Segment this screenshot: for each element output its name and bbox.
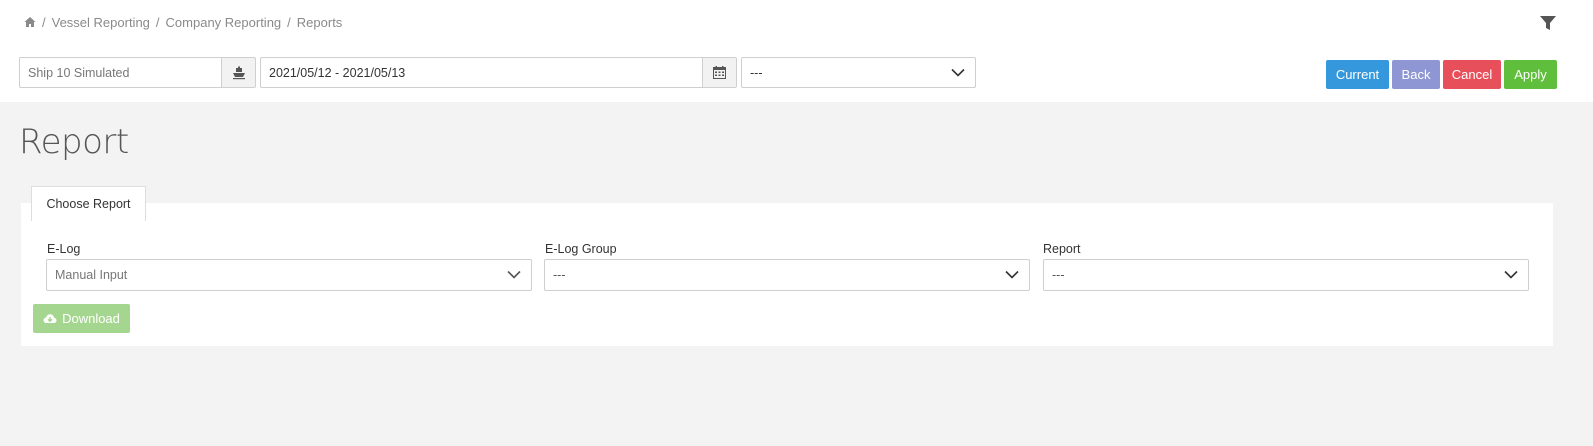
current-button[interactable]: Current xyxy=(1326,60,1389,89)
back-button[interactable]: Back xyxy=(1392,60,1440,89)
home-icon[interactable] xyxy=(24,16,36,28)
breadcrumb: / Vessel Reporting / Company Reporting /… xyxy=(24,14,342,30)
cloud-download-icon xyxy=(43,313,57,323)
chevron-down-icon xyxy=(951,68,965,77)
tab-choose-report[interactable]: Choose Report xyxy=(31,186,146,221)
date-range-input[interactable]: 2021/05/12 - 2021/05/13 xyxy=(260,57,703,88)
page-title: Report xyxy=(19,122,129,162)
chevron-down-icon xyxy=(1005,270,1019,279)
report-label: Report xyxy=(1043,242,1081,256)
top-select-value: --- xyxy=(750,65,763,80)
ship-picker-button[interactable] xyxy=(221,57,256,88)
elog-select[interactable]: Manual Input xyxy=(46,259,532,291)
ship-input-value: Ship 10 Simulated xyxy=(28,65,130,80)
elog-group-label: E-Log Group xyxy=(545,242,617,256)
report-select-value: --- xyxy=(1052,268,1065,282)
report-select[interactable]: --- xyxy=(1043,259,1529,291)
date-range-value: 2021/05/12 - 2021/05/13 xyxy=(269,65,406,80)
download-button[interactable]: Download xyxy=(33,304,130,333)
elog-select-value: Manual Input xyxy=(55,268,128,282)
ship-input[interactable]: Ship 10 Simulated xyxy=(19,57,222,88)
breadcrumb-separator: / xyxy=(42,14,46,30)
breadcrumb-item-reports: Reports xyxy=(296,14,343,30)
cancel-button[interactable]: Cancel xyxy=(1443,60,1501,89)
date-picker-button[interactable] xyxy=(702,57,737,88)
chevron-down-icon xyxy=(1504,270,1518,279)
chevron-down-icon xyxy=(507,270,521,279)
breadcrumb-separator: / xyxy=(155,14,160,30)
top-select[interactable]: --- xyxy=(741,57,976,88)
apply-button[interactable]: Apply xyxy=(1504,60,1557,89)
breadcrumb-separator: / xyxy=(287,14,291,30)
elog-group-select[interactable]: --- xyxy=(544,259,1030,291)
filter-icon[interactable] xyxy=(1539,14,1557,32)
download-label: Download xyxy=(62,311,120,326)
breadcrumb-item-vessel-reporting[interactable]: Vessel Reporting xyxy=(52,15,150,30)
calendar-icon xyxy=(713,66,726,79)
ship-icon xyxy=(232,66,245,79)
breadcrumb-item-company-reporting[interactable]: Company Reporting xyxy=(166,15,282,30)
elog-label: E-Log xyxy=(47,242,81,256)
elog-group-select-value: --- xyxy=(553,268,566,282)
